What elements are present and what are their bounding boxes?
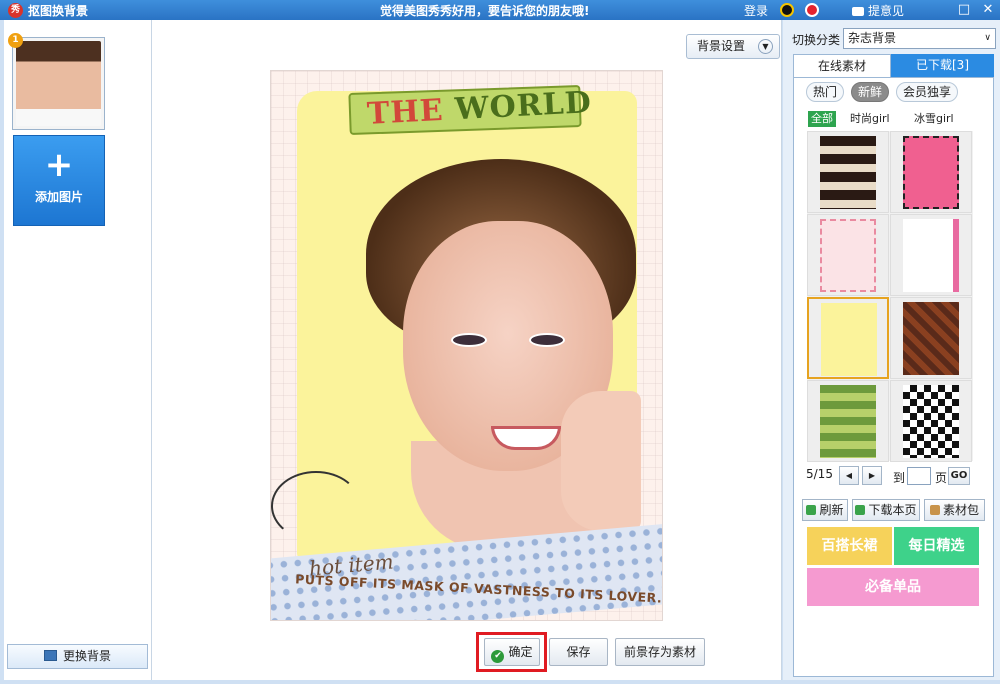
page-indicator: 5/15 [806,467,833,481]
material-tile[interactable] [890,214,972,296]
goto-label: 到 [893,471,906,485]
chevron-down-icon: ∨ [984,33,991,43]
subfilter-snow-girl[interactable]: 冰雪girl [914,111,954,127]
tab-downloaded[interactable]: 已下载[3] [891,54,994,77]
confirm-label: 确定 [508,645,533,659]
material-grid [807,131,973,462]
download-page-button[interactable]: 下载本页 [852,499,920,521]
change-background-label: 更换背景 [62,649,111,663]
editing-canvas: 背景设置 ▼ THE WORLD hot item PUTS OFF ITS M… [152,20,782,680]
refresh-label: 刷新 [819,503,844,517]
chevron-down-icon: ▼ [758,39,773,54]
qq-icon[interactable] [780,3,794,17]
tile-preview [903,385,959,458]
portrait-right-eye [529,333,565,347]
picture-icon [43,650,57,661]
tile-preview [903,302,959,375]
tab-online-materials[interactable]: 在线素材 [793,54,891,77]
subfilter-fashion-girl[interactable]: 时尚girl [850,111,890,127]
save-button[interactable]: 保存 [549,638,608,666]
filter-new[interactable]: 新鲜 [851,82,890,102]
app-logo-icon: 秀 [8,3,23,18]
package-icon [929,505,940,515]
add-image-button[interactable]: + 添加图片 [13,135,105,226]
material-list: 热门 新鲜 会员独享 全部 时尚girl 冰雪girl 5/15 ◀ ▶ 到 页… [793,77,994,677]
category-value: 杂志背景 [848,31,897,45]
download-icon [855,505,866,515]
refresh-icon [806,505,817,515]
category-select[interactable]: 杂志背景 ∨ [843,28,996,49]
material-pack-button[interactable]: 素材包 [924,499,985,521]
tile-preview [821,303,877,376]
refresh-button[interactable]: 刷新 [802,499,848,521]
page-number-input[interactable] [907,467,931,485]
promo-banner-long-skirt[interactable]: 百搭长裙 [807,527,892,565]
portrait-hand [561,391,641,531]
material-tile[interactable] [807,380,889,462]
material-tile[interactable] [807,214,889,296]
filter-hot[interactable]: 热门 [806,82,845,102]
promo-banner-essentials[interactable]: 必备单品 [807,568,979,606]
check-icon: ✔ [491,650,505,663]
material-tile-selected[interactable] [807,297,889,379]
login-link[interactable]: 登录 [744,2,768,19]
window-title: 抠图换背景 [28,4,89,18]
material-tile[interactable] [890,380,972,462]
tile-preview [820,136,876,209]
portrait-left-eye [451,333,487,347]
maximize-icon[interactable]: □ [956,2,972,17]
background-settings-label: 背景设置 [697,39,746,53]
material-panel: 切换分类 杂志背景 ∨ 在线素材 已下载[3] 热门 新鲜 会员独享 全部 时尚… [783,20,1000,680]
go-button[interactable]: GO [948,467,970,485]
save-foreground-button[interactable]: 前景存为素材 [615,638,705,666]
thumbnail-index-badge: 1 [8,33,23,48]
tile-preview [820,219,876,292]
close-icon[interactable]: ✕ [980,2,996,17]
image-thumbnail[interactable]: 1 [8,33,105,130]
weibo-icon[interactable] [805,3,819,17]
material-tile[interactable] [890,297,972,379]
slogan-text: 觉得美图秀秀好用，要告诉您的朋友哦! [380,4,590,18]
prev-page-icon[interactable]: ◀ [839,466,859,485]
thumbnail-photo [16,41,101,126]
material-pack-label: 素材包 [942,503,979,517]
subfilter-all[interactable]: 全部 [808,111,836,127]
chat-icon [852,7,864,16]
promo-banner-daily-picks[interactable]: 每日精选 [894,527,979,565]
category-label: 切换分类 [792,33,841,47]
next-page-icon[interactable]: ▶ [862,466,882,485]
banner-word-world: WORLD [454,85,593,128]
page-label: 页 [935,471,948,485]
confirm-button[interactable]: ✔ 确定 [484,638,540,666]
tile-preview [903,219,959,292]
feedback-button[interactable]: 提意见 [852,2,904,19]
background-settings-dropdown[interactable]: 背景设置 ▼ [686,34,780,59]
change-background-button[interactable]: 更换背景 [7,644,148,669]
tile-preview [820,385,876,458]
composited-poster-image[interactable]: THE WORLD hot item PUTS OFF ITS MASK OF … [270,70,663,621]
banner-word-the: THE [366,92,445,132]
filter-member[interactable]: 会员独享 [896,82,959,102]
material-tile[interactable] [807,131,889,213]
download-page-label: 下载本页 [868,503,917,517]
add-image-label: 添加图片 [34,190,83,204]
plus-icon: + [44,145,74,185]
image-list-panel: 1 + 添加图片 更换背景 [4,20,152,680]
material-tabs: 在线素材 已下载[3] [793,54,994,77]
material-tile[interactable] [890,131,972,213]
title-bar: 秀 抠图换背景 觉得美图秀秀好用，要告诉您的朋友哦! 登录 提意见 □ ✕ [0,0,1000,20]
feedback-label: 提意见 [868,4,905,18]
poster-squiggle-doodle [271,471,361,541]
tile-preview [903,136,959,209]
